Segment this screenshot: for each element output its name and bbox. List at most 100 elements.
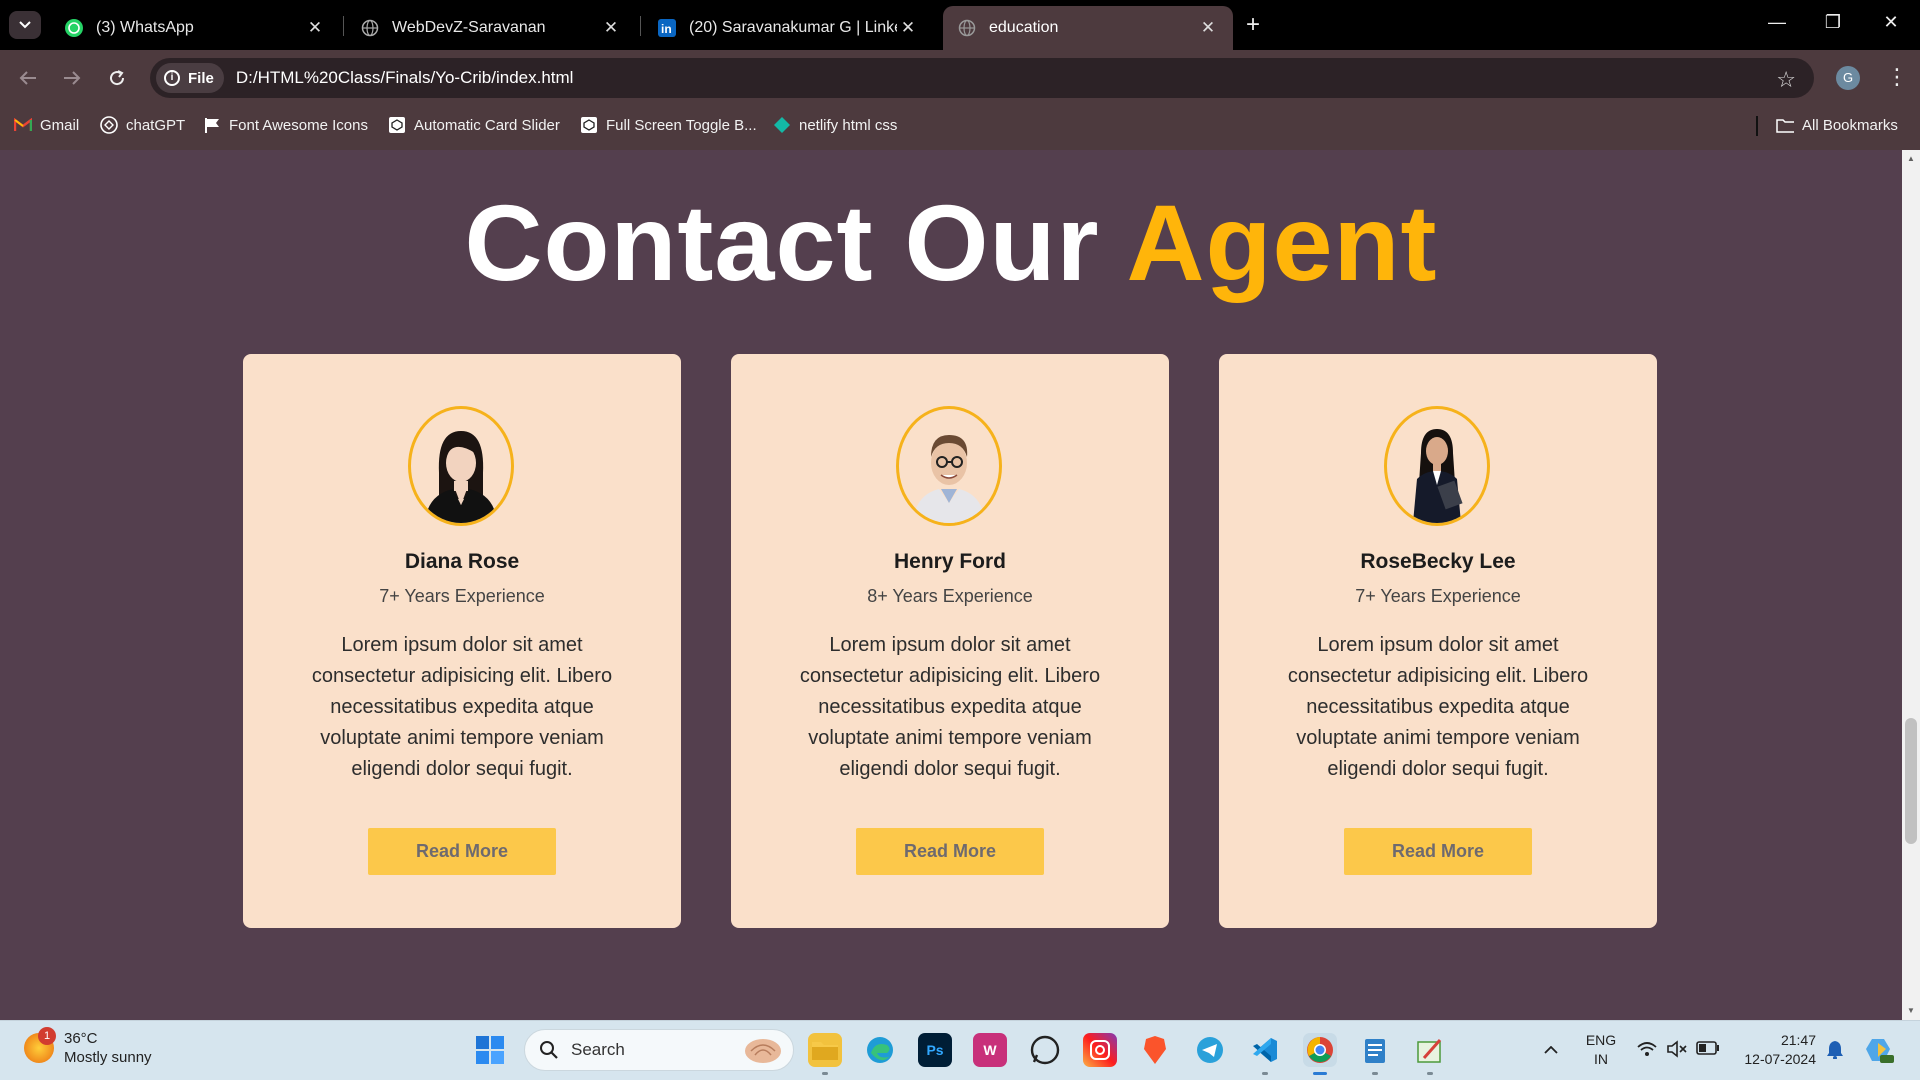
- shell-icon: [745, 1039, 781, 1063]
- taskbar-search[interactable]: Search: [524, 1029, 794, 1071]
- browser-toolbar: i File D:/HTML%20Class/Finals/Yo-Crib/in…: [0, 50, 1920, 106]
- notification-badge: 1: [38, 1027, 56, 1045]
- bookmark-gmail[interactable]: Gmail: [14, 106, 79, 144]
- copilot-icon[interactable]: [1864, 1035, 1894, 1068]
- site-info-chip[interactable]: i File: [156, 63, 224, 93]
- wifi-icon[interactable]: [1636, 1040, 1658, 1061]
- read-more-button[interactable]: Read More: [1344, 828, 1532, 875]
- running-indicator: [1372, 1072, 1378, 1075]
- tab-education[interactable]: education ✕: [943, 6, 1233, 50]
- back-button[interactable]: [14, 64, 42, 92]
- file-explorer-icon[interactable]: [808, 1033, 842, 1067]
- instagram-icon[interactable]: [1083, 1033, 1117, 1067]
- close-window-icon[interactable]: ✕: [1876, 12, 1906, 33]
- address-bar[interactable]: i File D:/HTML%20Class/Finals/Yo-Crib/in…: [150, 58, 1814, 98]
- scrollbar-thumb[interactable]: [1905, 718, 1917, 844]
- chrome-icon[interactable]: [1303, 1033, 1337, 1075]
- windows-logo-icon: [476, 1036, 504, 1064]
- arrow-right-icon: [64, 71, 81, 85]
- language-line1: ENG: [1585, 1032, 1617, 1048]
- volume-muted-icon[interactable]: [1666, 1040, 1688, 1061]
- scroll-up-arrow-icon[interactable]: ▲: [1902, 152, 1920, 166]
- bookmark-font-awesome[interactable]: Font Awesome Icons: [203, 106, 368, 144]
- vscode-icon[interactable]: [1248, 1033, 1282, 1067]
- tab-title: (20) Saravanakumar G | LinkedIn: [689, 19, 897, 36]
- system-clock[interactable]: 21:47 12-07-2024: [1734, 1031, 1816, 1069]
- all-bookmarks-button[interactable]: All Bookmarks: [1776, 106, 1898, 144]
- reload-icon: [110, 70, 125, 86]
- url-text[interactable]: D:/HTML%20Class/Finals/Yo-Crib/index.htm…: [236, 68, 574, 88]
- section-heading: Contact Our Agent: [0, 180, 1902, 305]
- heading-main-text: Contact Our: [464, 182, 1127, 303]
- notepad-icon[interactable]: [1358, 1033, 1392, 1067]
- bookmark-netlify[interactable]: netlify html css: [773, 106, 897, 144]
- language-line2: IN: [1594, 1051, 1608, 1067]
- bookmark-chatgpt[interactable]: chatGPT: [100, 106, 185, 144]
- codepen-icon: [388, 116, 406, 134]
- restore-icon[interactable]: ❐: [1818, 12, 1848, 33]
- search-placeholder: Search: [571, 1040, 625, 1059]
- read-more-button[interactable]: Read More: [856, 828, 1044, 875]
- arrow-left-icon: [19, 71, 36, 85]
- globe-icon: [957, 18, 977, 38]
- chevron-down-icon: [19, 21, 31, 29]
- agent-name: Diana Rose: [404, 550, 520, 573]
- page-viewport: Contact Our Agent Diana Rose 7+ Years Ex…: [0, 150, 1902, 1020]
- whatsapp-icon: [64, 18, 84, 38]
- tab-separator: [343, 16, 344, 36]
- agent-card: RoseBecky Lee 7+ Years Experience Lorem …: [1219, 354, 1657, 928]
- whatsapp-icon[interactable]: [1028, 1033, 1062, 1067]
- profile-avatar[interactable]: G: [1836, 66, 1860, 90]
- bookmark-label: chatGPT: [126, 116, 186, 134]
- heading-accent-text: Agent: [1126, 182, 1438, 303]
- tab-close-icon[interactable]: ✕: [897, 17, 919, 39]
- bookmark-card-slider[interactable]: Automatic Card Slider: [388, 106, 560, 144]
- tab-linkedin[interactable]: in (20) Saravanakumar G | LinkedIn ✕: [643, 6, 933, 50]
- wampserver-icon[interactable]: W: [973, 1033, 1007, 1067]
- tab-search-button[interactable]: [9, 11, 41, 39]
- read-more-button[interactable]: Read More: [368, 828, 556, 875]
- reload-button[interactable]: [103, 64, 131, 92]
- battery-icon[interactable]: [1696, 1041, 1720, 1058]
- chevron-up-icon[interactable]: [1544, 1041, 1558, 1057]
- tab-title: education: [989, 19, 1059, 36]
- edge-icon[interactable]: [863, 1033, 897, 1067]
- chatgpt-icon: [100, 116, 118, 134]
- agent-name: RoseBecky Lee: [1360, 550, 1516, 573]
- brave-icon[interactable]: [1138, 1033, 1172, 1067]
- netlify-icon: [773, 116, 791, 134]
- tab-close-icon[interactable]: ✕: [304, 17, 326, 39]
- page-scrollbar[interactable]: ▲ ▼: [1902, 150, 1920, 1020]
- tab-whatsapp[interactable]: (3) WhatsApp ✕: [50, 6, 340, 50]
- start-button[interactable]: [475, 1035, 505, 1065]
- weather-widget[interactable]: 1 36°C Mostly sunny: [24, 1027, 152, 1067]
- windows-taskbar: 1 36°C Mostly sunny Search Ps W ENG IN 2…: [0, 1020, 1920, 1080]
- kebab-menu-icon[interactable]: ⋮: [1886, 62, 1908, 92]
- gmail-icon: [14, 116, 32, 134]
- photoshop-icon[interactable]: Ps: [918, 1033, 952, 1067]
- tab-title: (3) WhatsApp: [96, 19, 194, 36]
- tab-close-icon[interactable]: ✕: [1197, 17, 1219, 39]
- bookmark-label: Full Screen Toggle B...: [606, 116, 757, 134]
- minimize-icon[interactable]: —: [1762, 12, 1792, 33]
- language-indicator[interactable]: ENG IN: [1583, 1031, 1619, 1069]
- telegram-icon[interactable]: [1193, 1033, 1227, 1067]
- running-indicator: [1262, 1072, 1268, 1075]
- tab-webdevz[interactable]: WebDevZ-Saravanan ✕: [346, 6, 636, 50]
- paint-icon[interactable]: [1413, 1033, 1447, 1067]
- site-info-label: File: [188, 69, 214, 87]
- forward-button[interactable]: [58, 64, 86, 92]
- bookmark-star-icon[interactable]: ☆: [1776, 67, 1796, 93]
- new-tab-button[interactable]: +: [1246, 13, 1260, 37]
- agent-experience: 7+ Years Experience: [379, 586, 545, 606]
- tab-close-icon[interactable]: ✕: [600, 17, 622, 39]
- avatar: [896, 406, 1002, 526]
- bookmark-fullscreen-toggle[interactable]: Full Screen Toggle B...: [580, 106, 757, 144]
- bookmark-label: Font Awesome Icons: [229, 116, 368, 134]
- bookmarks-separator: [1756, 116, 1758, 136]
- scroll-down-arrow-icon[interactable]: ▼: [1902, 1004, 1920, 1018]
- bookmark-label: Automatic Card Slider: [414, 116, 560, 134]
- agent-description: Lorem ipsum dolor sit amet consectetur a…: [799, 634, 1101, 780]
- tab-separator: [640, 16, 641, 36]
- notification-bell-icon[interactable]: [1826, 1039, 1844, 1062]
